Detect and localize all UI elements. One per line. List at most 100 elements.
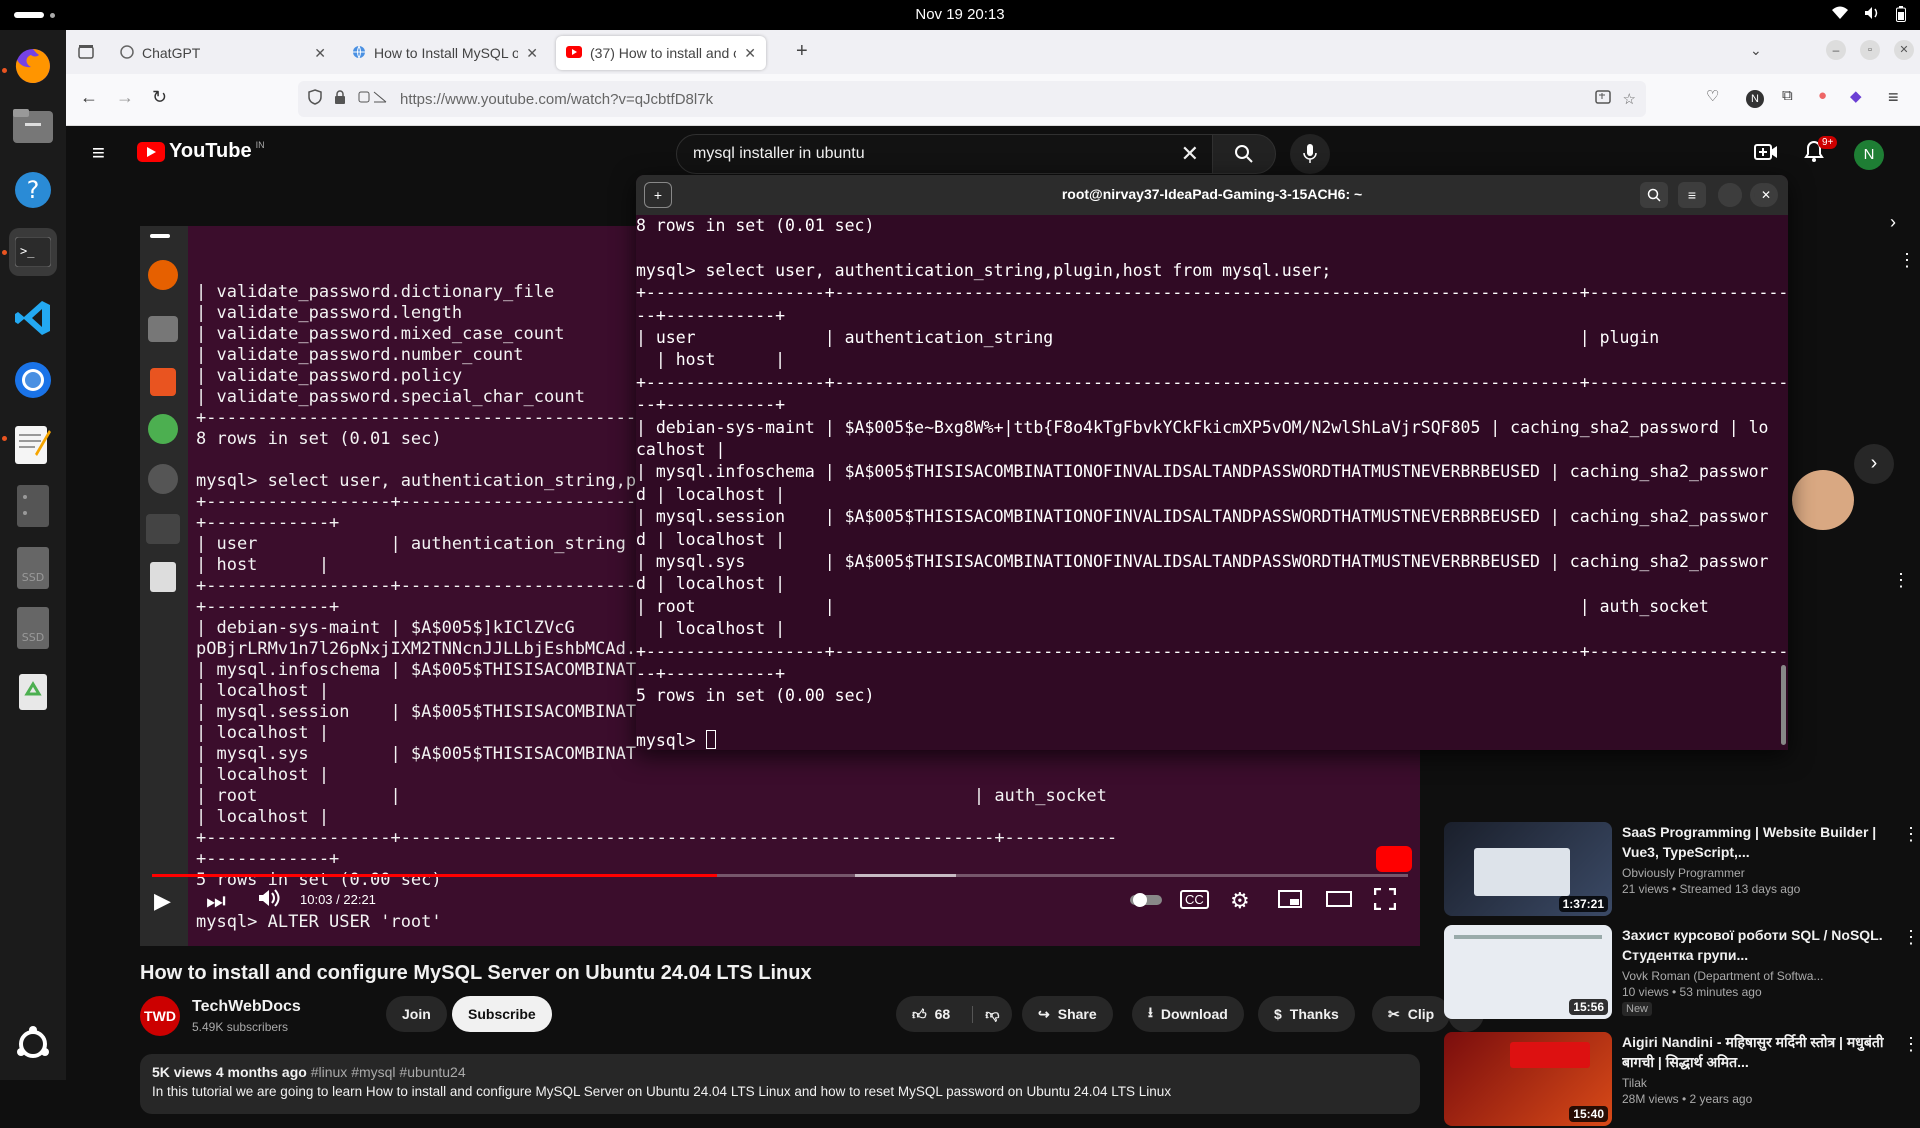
- video-channel[interactable]: Tilak: [1622, 1076, 1892, 1090]
- tab-overview-icon[interactable]: [78, 44, 94, 65]
- close-window-icon[interactable]: ✕: [1894, 40, 1914, 60]
- video-channel[interactable]: Vovk Roman (Department of Softwa...: [1622, 969, 1892, 983]
- chevron-right-icon[interactable]: ›: [1890, 212, 1896, 233]
- download-button[interactable]: ⭳ Download: [1132, 996, 1244, 1032]
- autoplay-toggle-icon[interactable]: [1130, 888, 1162, 914]
- system-clock[interactable]: Nov 19 20:13: [0, 6, 1920, 23]
- search-box[interactable]: mysql installer in ubuntu ✕: [676, 134, 1216, 174]
- tab-youtube-video[interactable]: (37) How to install and co ✕: [556, 36, 766, 70]
- join-button[interactable]: Join: [386, 996, 447, 1032]
- video-title[interactable]: Aigiri Nandini - महिषासुर मर्दिनी स्तोत्…: [1622, 1032, 1892, 1072]
- terminal-window[interactable]: + root@nirvay37-IdeaPad-Gaming-3-15ACH6:…: [636, 175, 1788, 750]
- terminal-titlebar[interactable]: + root@nirvay37-IdeaPad-Gaming-3-15ACH6:…: [636, 175, 1788, 215]
- extension-purple-icon[interactable]: ◆: [1850, 87, 1862, 105]
- hashtags[interactable]: #linux #mysql #ubuntu24: [311, 1064, 466, 1080]
- extensions-icon[interactable]: ⧉: [1782, 87, 1793, 104]
- clip-button[interactable]: ✂ Clip: [1372, 996, 1451, 1032]
- captions-icon[interactable]: CC: [1180, 890, 1209, 909]
- tab-install-mysql[interactable]: How to Install MySQL on ✕: [342, 36, 548, 70]
- kebab-menu-icon[interactable]: ⋮: [1902, 824, 1920, 845]
- show-apps-icon[interactable]: [9, 1020, 57, 1068]
- kebab-menu-icon[interactable]: ⋮: [1892, 570, 1910, 591]
- extension-color-icon[interactable]: ●: [1818, 87, 1827, 104]
- hamburger-menu-icon[interactable]: ≡: [92, 140, 105, 166]
- url-bar[interactable]: https://www.youtube.com/watch?v=qJcbtfD8…: [298, 81, 1646, 117]
- miniplayer-icon[interactable]: [1278, 888, 1302, 914]
- close-tab-icon[interactable]: ✕: [526, 45, 538, 62]
- ssd-icon[interactable]: SSD: [9, 604, 57, 652]
- carousel-next-icon[interactable]: ›: [1854, 444, 1894, 484]
- like-icon[interactable]: 👍︎: [912, 1006, 927, 1023]
- video-thumbnail[interactable]: 1:37:21: [1444, 822, 1612, 916]
- tab-chatgpt[interactable]: ChatGPT ✕: [110, 36, 336, 70]
- dislike-icon[interactable]: 👎︎: [972, 1005, 999, 1023]
- pocket-icon[interactable]: ♡: [1706, 87, 1719, 105]
- youtube-logo[interactable]: YouTube IN: [137, 140, 265, 163]
- progress-bar[interactable]: [152, 874, 1408, 877]
- terminal-icon[interactable]: >_: [9, 228, 57, 276]
- chromium-icon[interactable]: [9, 356, 57, 404]
- voice-search-button[interactable]: [1290, 134, 1330, 174]
- firefox-icon[interactable]: [9, 42, 57, 90]
- new-tab-icon[interactable]: +: [796, 40, 808, 63]
- clear-search-icon[interactable]: ✕: [1181, 141, 1199, 167]
- subscribe-button[interactable]: Subscribe: [452, 996, 552, 1032]
- theater-mode-icon[interactable]: [1326, 888, 1352, 914]
- description-box[interactable]: 5K views 4 months ago #linux #mysql #ubu…: [140, 1054, 1420, 1114]
- kebab-menu-icon[interactable]: ⋮: [1902, 927, 1920, 948]
- recommended-video[interactable]: 1:37:21 SaaS Programming | Website Build…: [1444, 822, 1920, 918]
- ssd-icon[interactable]: SSD: [9, 544, 57, 592]
- like-count[interactable]: 68: [935, 1006, 951, 1022]
- text-editor-icon[interactable]: [9, 420, 57, 468]
- video-title[interactable]: Захист курсової роботи SQL / NoSQL. Студ…: [1622, 925, 1892, 965]
- svg-text:?: ?: [27, 176, 40, 204]
- files-icon[interactable]: [9, 102, 57, 150]
- minimize-window-icon[interactable]: –: [1826, 40, 1846, 60]
- kebab-menu-icon[interactable]: ⋮: [1898, 250, 1916, 271]
- ad-presenter-thumbnail[interactable]: [1792, 470, 1854, 530]
- terminal-output[interactable]: 8 rows in set (0.01 sec) mysql> select us…: [636, 215, 1788, 750]
- hamburger-menu-icon[interactable]: ≡: [1678, 182, 1706, 208]
- video-thumbnail[interactable]: 15:56: [1444, 925, 1612, 1019]
- drive-icon[interactable]: [9, 482, 57, 530]
- extension-n-icon[interactable]: N: [1746, 90, 1764, 108]
- terminal-close-icon[interactable]: ✕: [1754, 183, 1778, 207]
- url-text[interactable]: https://www.youtube.com/watch?v=qJcbtfD8…: [400, 91, 713, 108]
- channel-name[interactable]: TechWebDocs: [192, 998, 301, 1016]
- volume-icon[interactable]: [258, 888, 280, 914]
- settings-gear-icon[interactable]: ⚙: [1230, 888, 1250, 914]
- video-channel[interactable]: Obviously Programmer: [1622, 866, 1892, 880]
- recommended-video[interactable]: 15:56 Захист курсової роботи SQL / NoSQL…: [1444, 925, 1920, 1021]
- next-icon[interactable]: ⏭: [206, 888, 226, 914]
- vscode-icon[interactable]: [9, 294, 57, 342]
- help-icon[interactable]: ?: [9, 166, 57, 214]
- fullscreen-icon[interactable]: [1373, 887, 1397, 916]
- trash-icon[interactable]: [9, 666, 57, 714]
- forward-icon[interactable]: →: [116, 87, 134, 108]
- list-tabs-icon[interactable]: ⌄: [1750, 42, 1762, 59]
- share-button[interactable]: ↪ Share: [1022, 996, 1113, 1032]
- search-button[interactable]: [1212, 134, 1276, 174]
- close-tab-icon[interactable]: ✕: [314, 45, 326, 62]
- shield-icon[interactable]: [308, 89, 322, 109]
- play-icon[interactable]: ▶: [154, 888, 171, 914]
- search-input[interactable]: mysql installer in ubuntu: [693, 145, 865, 163]
- maximize-window-icon[interactable]: ▫: [1860, 40, 1880, 60]
- translate-icon[interactable]: [1594, 90, 1611, 108]
- terminal-scrollbar[interactable]: [1781, 665, 1786, 745]
- bookmark-star-icon[interactable]: ☆: [1623, 90, 1636, 108]
- thanks-button[interactable]: $ Thanks: [1258, 996, 1355, 1032]
- recommended-video[interactable]: 15:40 Aigiri Nandini - महिषासुर मर्दिनी …: [1444, 1032, 1920, 1128]
- video-thumbnail[interactable]: 15:40: [1444, 1032, 1612, 1126]
- kebab-menu-icon[interactable]: ⋮: [1902, 1034, 1920, 1055]
- search-icon[interactable]: [1640, 182, 1668, 208]
- permissions-icon[interactable]: [358, 90, 388, 108]
- reload-icon[interactable]: ↻: [152, 87, 167, 108]
- lock-icon[interactable]: [334, 90, 346, 108]
- close-tab-icon[interactable]: ✕: [744, 45, 756, 62]
- video-title[interactable]: SaaS Programming | Website Builder | Vue…: [1622, 822, 1892, 862]
- back-icon[interactable]: ←: [80, 87, 98, 108]
- system-tray[interactable]: [1832, 6, 1906, 26]
- menu-icon[interactable]: ≡: [1888, 87, 1899, 108]
- channel-avatar[interactable]: TWD: [140, 996, 180, 1036]
